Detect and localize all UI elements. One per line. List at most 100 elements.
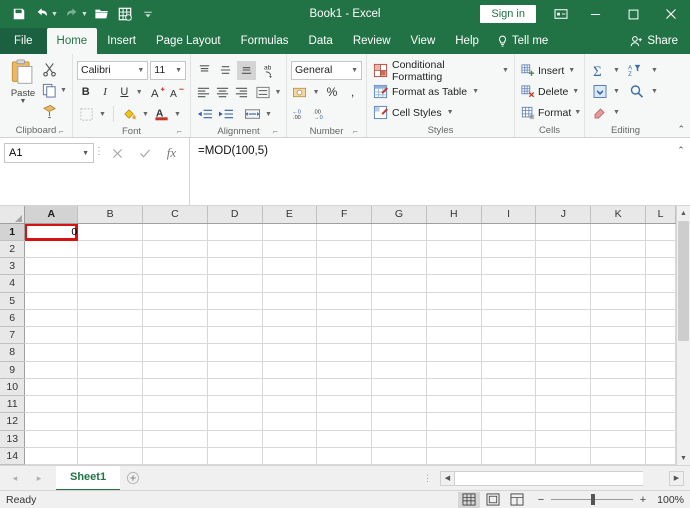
cell-b5[interactable] xyxy=(77,292,143,310)
cell-e8[interactable] xyxy=(262,343,318,362)
cell-c4[interactable] xyxy=(142,274,208,293)
cell-g14[interactable] xyxy=(371,447,427,465)
format-as-table-dropdown-icon[interactable]: ▼ xyxy=(471,88,480,95)
cell-a10[interactable] xyxy=(24,378,79,397)
decrease-indent-button[interactable] xyxy=(195,105,214,124)
row-header-4[interactable]: 4 xyxy=(0,274,26,293)
column-header-c[interactable]: C xyxy=(142,206,208,224)
cell-f2[interactable] xyxy=(316,240,373,259)
cell-h10[interactable] xyxy=(426,378,482,397)
cell-h3[interactable] xyxy=(426,257,482,276)
cell-a5[interactable] xyxy=(24,292,79,310)
redo-icon[interactable] xyxy=(61,3,83,25)
minimize-button[interactable] xyxy=(576,0,614,28)
fill-color-dropdown-icon[interactable]: ▼ xyxy=(141,111,150,118)
zoom-in-button[interactable]: + xyxy=(638,494,648,506)
undo-icon[interactable] xyxy=(31,3,53,25)
tab-formulas[interactable]: Formulas xyxy=(231,28,299,54)
format-as-table-button[interactable]: Format as Table ▼ xyxy=(371,81,510,102)
column-header-i[interactable]: I xyxy=(481,206,537,224)
vertical-scrollbar[interactable]: ▲ ▼ xyxy=(676,206,690,465)
vertical-scroll-thumb[interactable] xyxy=(678,221,689,341)
row-header-6[interactable]: 6 xyxy=(0,309,26,328)
cell-e2[interactable] xyxy=(262,240,318,259)
cell-f10[interactable] xyxy=(316,378,373,397)
save-icon[interactable] xyxy=(8,3,30,25)
font-size-dropdown-icon[interactable]: ▼ xyxy=(173,67,182,74)
cell-d6[interactable] xyxy=(207,309,263,328)
column-header-f[interactable]: F xyxy=(316,206,373,224)
format-painter-button[interactable] xyxy=(42,102,68,121)
cell-c11[interactable] xyxy=(142,395,208,414)
cell-styles-button[interactable]: Cell Styles ▼ xyxy=(371,102,510,123)
cell-a13[interactable] xyxy=(24,430,79,448)
row-header-3[interactable]: 3 xyxy=(0,257,26,276)
cell-f12[interactable] xyxy=(316,412,373,431)
comma-style-button[interactable]: , xyxy=(343,83,362,102)
cell-f5[interactable] xyxy=(316,292,373,310)
tab-home[interactable]: Home xyxy=(46,28,98,54)
cell-e4[interactable] xyxy=(262,274,318,293)
cut-button[interactable] xyxy=(42,60,68,79)
tell-me-box[interactable]: Tell me xyxy=(489,28,556,54)
cell-g11[interactable] xyxy=(371,395,427,414)
find-and-select-dropdown-icon[interactable]: ▼ xyxy=(650,88,659,95)
zoom-slider-thumb[interactable] xyxy=(591,494,595,505)
cell-i14[interactable] xyxy=(481,447,537,465)
previous-sheet-icon[interactable]: ◂ xyxy=(8,469,22,487)
cell-c12[interactable] xyxy=(142,412,208,431)
cell-h7[interactable] xyxy=(426,326,482,345)
accounting-format-button[interactable] xyxy=(291,83,310,102)
cell-l9[interactable] xyxy=(645,361,676,379)
cell-e1[interactable] xyxy=(262,223,318,241)
cell-f4[interactable] xyxy=(316,274,373,293)
cell-b14[interactable] xyxy=(77,447,143,465)
expand-formula-bar-icon[interactable]: ⌃ xyxy=(672,138,690,205)
cell-l10[interactable] xyxy=(645,378,676,397)
cell-j13[interactable] xyxy=(535,430,592,448)
cell-i6[interactable] xyxy=(481,309,537,328)
cell-h4[interactable] xyxy=(426,274,482,293)
accounting-dropdown-icon[interactable]: ▼ xyxy=(312,89,321,96)
tab-review[interactable]: Review xyxy=(343,28,401,54)
cell-d3[interactable] xyxy=(207,257,263,276)
cell-e12[interactable] xyxy=(262,412,318,431)
paste-dropdown-icon[interactable]: ▼ xyxy=(20,98,27,105)
cell-l3[interactable] xyxy=(645,257,676,276)
cell-c9[interactable] xyxy=(142,361,208,379)
cell-b13[interactable] xyxy=(77,430,143,448)
increase-indent-button[interactable] xyxy=(216,105,235,124)
cell-j4[interactable] xyxy=(535,274,592,293)
cell-b12[interactable] xyxy=(77,412,143,431)
cell-a3[interactable] xyxy=(24,257,79,276)
cell-j5[interactable] xyxy=(535,292,592,310)
cell-j7[interactable] xyxy=(535,326,592,345)
align-center-button[interactable] xyxy=(214,83,231,102)
cell-e6[interactable] xyxy=(262,309,318,328)
delete-cells-button[interactable]: Delete ▼ xyxy=(519,81,580,102)
ribbon-display-options-icon[interactable] xyxy=(546,0,576,28)
font-color-button[interactable]: A xyxy=(152,105,171,124)
cell-c3[interactable] xyxy=(142,257,208,276)
percent-style-button[interactable]: % xyxy=(323,83,342,102)
add-sheet-icon[interactable] xyxy=(120,466,146,491)
cell-c10[interactable] xyxy=(142,378,208,397)
row-header-7[interactable]: 7 xyxy=(0,326,26,345)
increase-font-size-button[interactable]: A xyxy=(149,83,166,102)
calculate-icon[interactable] xyxy=(114,3,136,25)
cell-b11[interactable] xyxy=(77,395,143,414)
cell-k3[interactable] xyxy=(590,257,647,276)
cell-k10[interactable] xyxy=(590,378,647,397)
cell-f14[interactable] xyxy=(316,447,373,465)
cell-h5[interactable] xyxy=(426,292,482,310)
conditional-formatting-button[interactable]: Conditional Formatting ▼ xyxy=(371,59,510,83)
page-break-preview-icon[interactable] xyxy=(506,492,528,508)
horizontal-scrollbar[interactable]: ◀ ▶ xyxy=(440,470,690,486)
cell-g13[interactable] xyxy=(371,430,427,448)
cell-h13[interactable] xyxy=(426,430,482,448)
cell-c6[interactable] xyxy=(142,309,208,328)
font-dialog-launcher[interactable]: ⌐ xyxy=(177,127,186,136)
cell-l4[interactable] xyxy=(645,274,676,293)
number-format-combo[interactable]: General ▼ xyxy=(291,60,362,80)
sheet-tab-sheet1[interactable]: Sheet1 xyxy=(56,465,121,491)
